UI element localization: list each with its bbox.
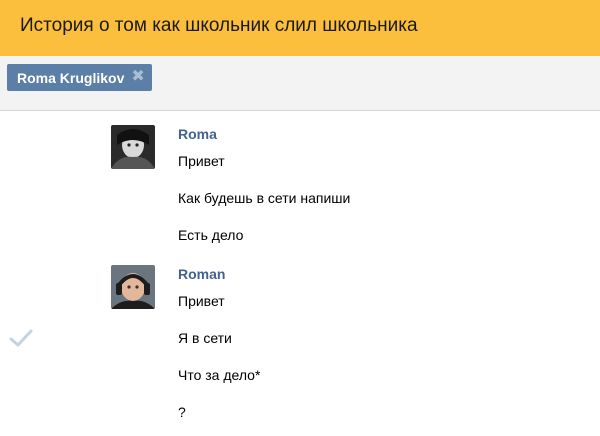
message-thread bbox=[0, 111, 600, 436]
message-text: Я в сети bbox=[178, 330, 232, 346]
peer-chip-label: Roma Kruglikov bbox=[17, 69, 125, 86]
avatar[interactable] bbox=[111, 125, 155, 169]
sender-name[interactable]: Roma bbox=[178, 126, 217, 142]
message-text: ? bbox=[178, 404, 186, 420]
message-text: Что за дело* bbox=[178, 367, 261, 383]
message-text: Есть дело bbox=[178, 227, 244, 243]
message-text: Привет bbox=[178, 153, 225, 169]
sender-name[interactable]: Roman bbox=[178, 266, 225, 282]
peer-chip[interactable]: Roma Kruglikov ✖ bbox=[7, 64, 153, 91]
peer-bar: Roma Kruglikov ✖ bbox=[0, 56, 600, 111]
message-text: Привет bbox=[178, 293, 225, 309]
title-bar: История о том как школьник слил школьник… bbox=[0, 0, 600, 56]
close-icon[interactable]: ✖ bbox=[131, 69, 144, 85]
message-text: Как будешь в сети напиши bbox=[178, 190, 351, 206]
page-title: История о том как школьник слил школьник… bbox=[20, 15, 418, 36]
avatar[interactable] bbox=[111, 265, 155, 309]
check-icon bbox=[9, 329, 33, 347]
